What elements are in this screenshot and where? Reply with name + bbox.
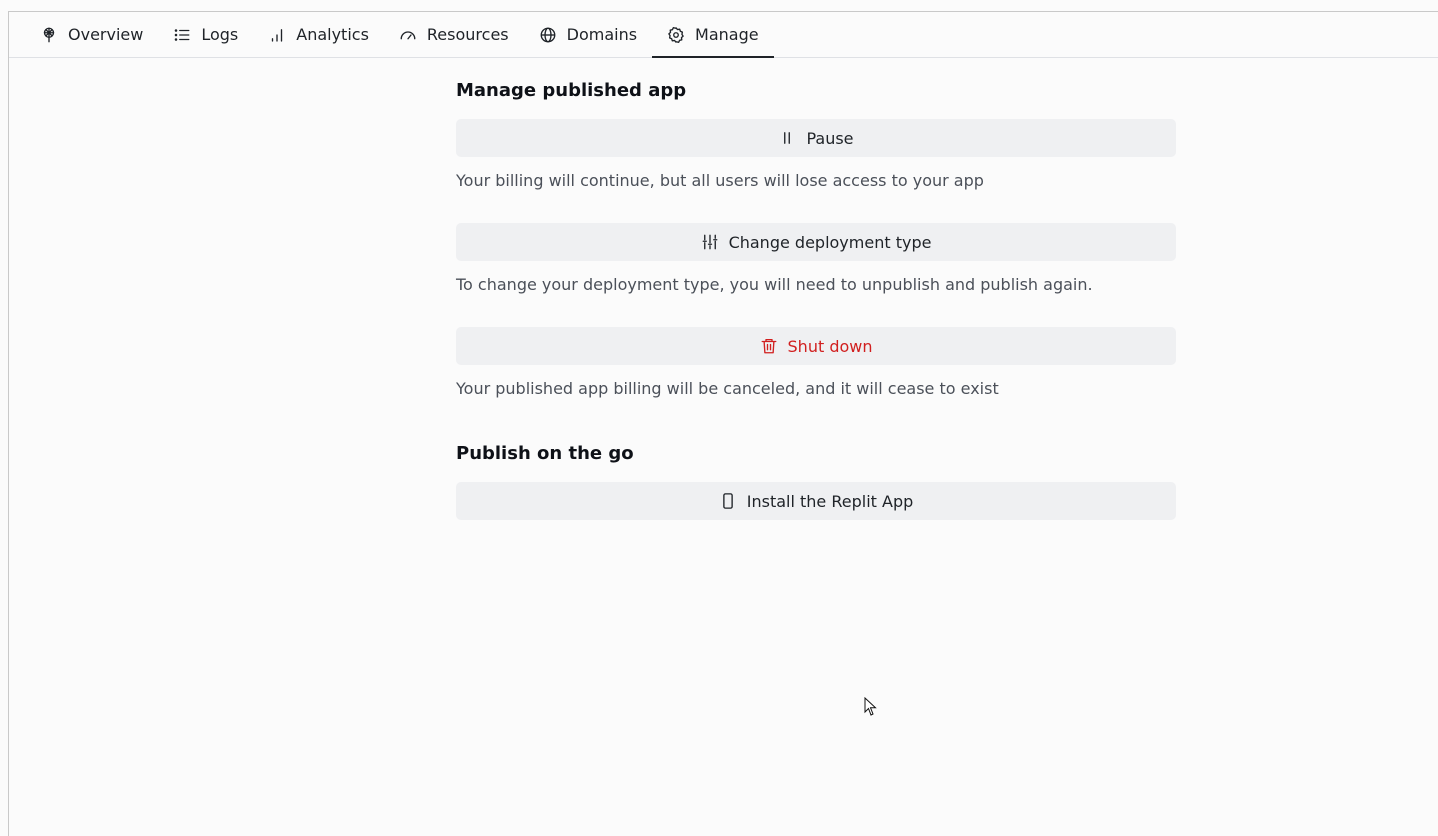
- change-deployment-type-button[interactable]: Change deployment type: [456, 223, 1176, 261]
- tab-label: Manage: [695, 25, 759, 44]
- tab-label: Overview: [68, 25, 144, 44]
- deployment-panel: Overview Logs Analytics Resources Domain…: [8, 11, 1438, 836]
- tab-resources[interactable]: Resources: [384, 12, 524, 57]
- tab-domains[interactable]: Domains: [524, 12, 652, 57]
- tab-label: Logs: [201, 25, 239, 44]
- tab-logs[interactable]: Logs: [158, 12, 253, 57]
- publish-section-title: Publish on the go: [456, 443, 634, 464]
- manage-section-title: Manage published app: [456, 80, 687, 101]
- pause-group: Pause Your billing will continue, but al…: [456, 119, 1176, 192]
- tab-analytics[interactable]: Analytics: [253, 12, 384, 57]
- pause-icon: [784, 132, 791, 144]
- change-deployment-type-label: Change deployment type: [728, 232, 932, 252]
- change-type-description: To change your deployment type, you will…: [456, 275, 1093, 294]
- sliders-icon: [702, 234, 717, 250]
- tab-manage[interactable]: Manage: [652, 12, 774, 58]
- publish-section: Publish on the go Install the Replit App: [456, 441, 1176, 520]
- gear-icon: [668, 26, 684, 43]
- phone-icon: [722, 493, 733, 509]
- tab-label: Analytics: [296, 25, 369, 44]
- pause-button-label: Pause: [806, 128, 854, 148]
- gauge-icon: [400, 30, 416, 39]
- shut-down-button[interactable]: Shut down: [456, 327, 1176, 365]
- tab-label: Domains: [566, 25, 638, 44]
- manage-content: Manage published app Pause Your billing …: [456, 78, 1176, 520]
- shutdown-group: Shut down Your published app billing wil…: [456, 327, 1176, 400]
- shut-down-label: Shut down: [787, 336, 873, 356]
- tab-overview[interactable]: Overview: [25, 12, 158, 57]
- change-type-group: Change deployment type To change your de…: [456, 223, 1176, 296]
- install-replit-app-button[interactable]: Install the Replit App: [456, 482, 1176, 520]
- trash-icon: [761, 338, 776, 354]
- pause-button[interactable]: Pause: [456, 119, 1176, 157]
- install-replit-app-label: Install the Replit App: [746, 491, 914, 511]
- globe-icon: [540, 27, 556, 42]
- pause-description: Your billing will continue, but all user…: [456, 171, 984, 190]
- tab-label: Resources: [426, 25, 509, 44]
- mouse-pointer-icon: [864, 697, 877, 716]
- tab-bar: Overview Logs Analytics Resources Domain…: [9, 12, 1438, 58]
- list-icon: [175, 28, 190, 41]
- shutdown-description: Your published app billing will be cance…: [456, 379, 999, 398]
- deploy-icon: [43, 27, 55, 42]
- bar-chart-icon: [272, 28, 283, 42]
